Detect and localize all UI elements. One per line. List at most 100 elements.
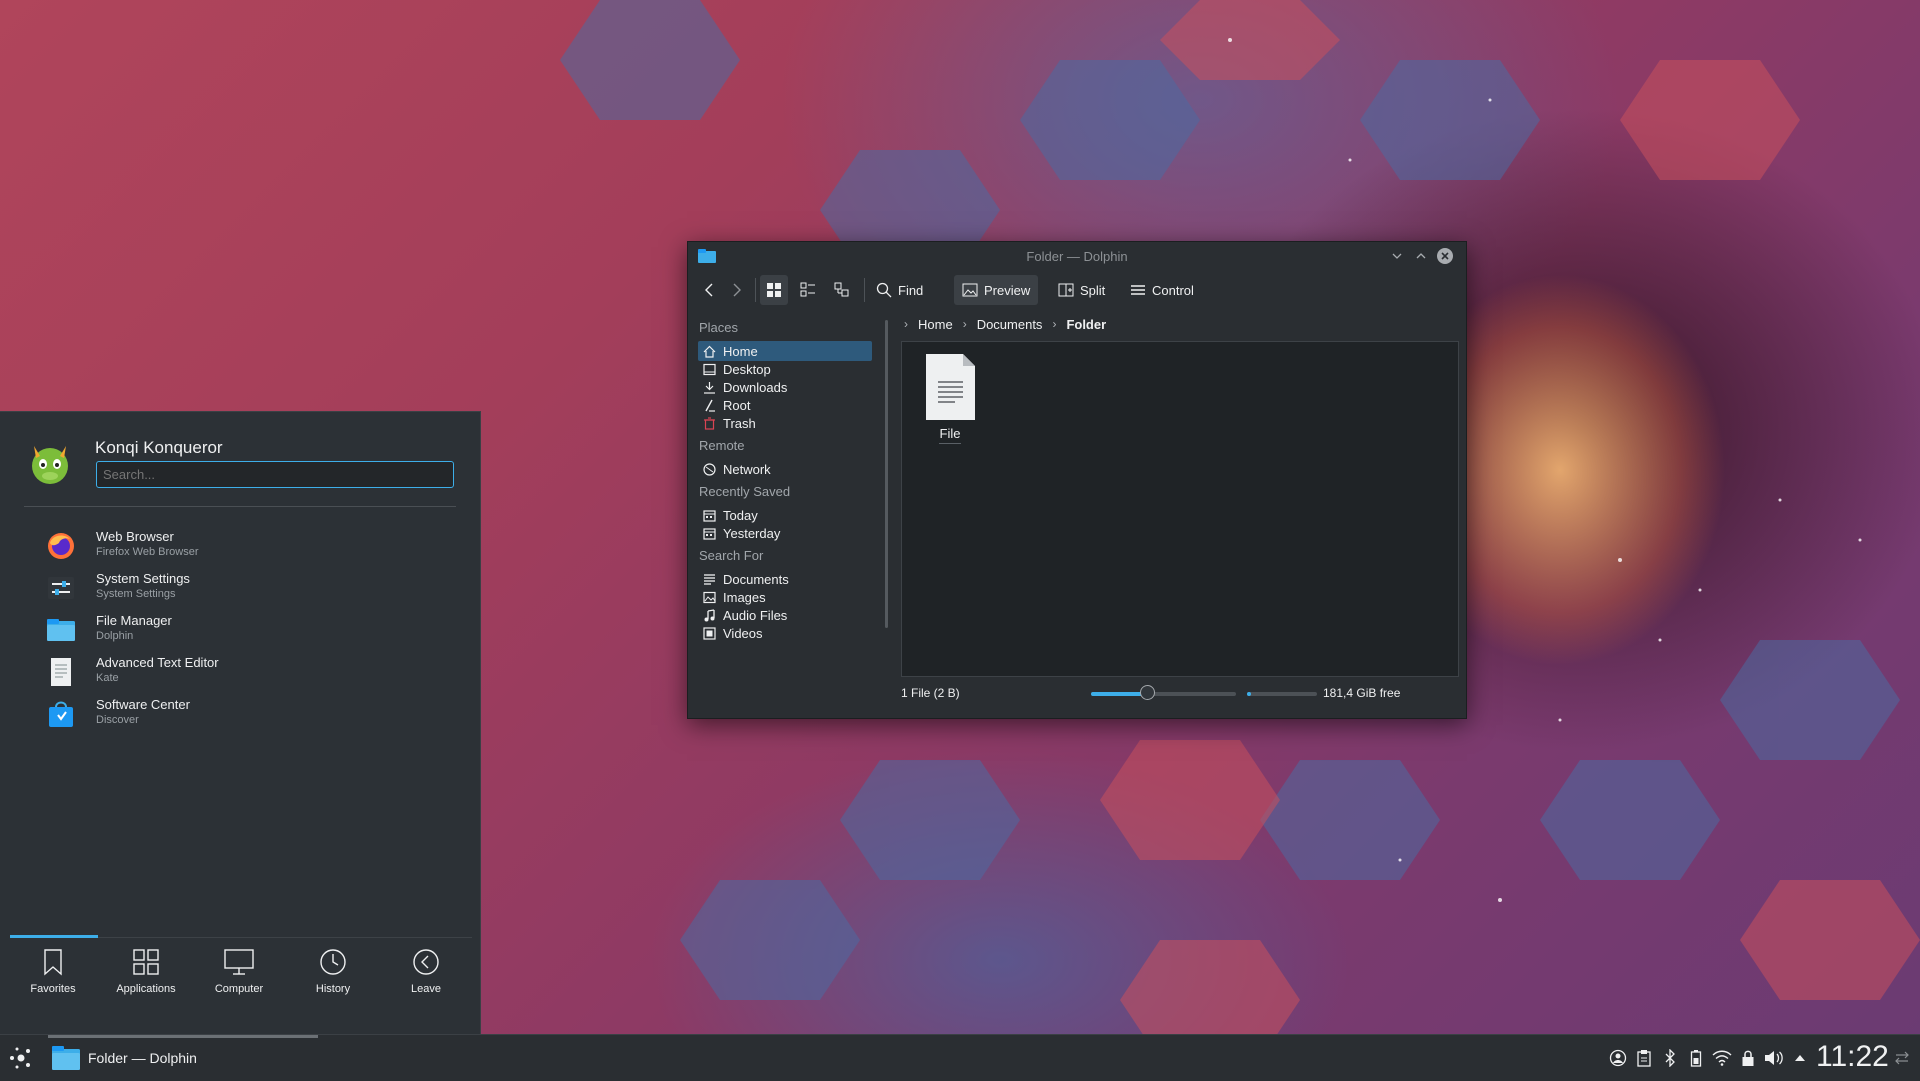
place-search-images[interactable]: Images <box>698 587 872 607</box>
breadcrumb-current-folder[interactable]: Folder <box>1066 317 1106 332</box>
place-downloads[interactable]: Downloads <box>698 377 872 397</box>
tab-history[interactable]: History <box>288 948 378 1008</box>
control-menu-button[interactable]: Control <box>1124 275 1200 305</box>
toolbar-separator <box>755 278 756 302</box>
place-desktop[interactable]: Desktop <box>698 359 872 379</box>
free-space-bar <box>1247 692 1317 696</box>
file-view[interactable]: File <box>901 341 1459 677</box>
favorite-name: Web Browser <box>96 529 174 544</box>
bluetooth-tray-icon[interactable] <box>1660 1048 1680 1068</box>
text-editor-icon <box>51 658 71 686</box>
favorite-name: Advanced Text Editor <box>96 655 219 670</box>
zoom-slider[interactable] <box>1091 685 1236 700</box>
place-home[interactable]: Home <box>698 341 872 361</box>
home-icon <box>703 345 715 358</box>
favorite-text-editor[interactable]: Advanced Text Editor Kate <box>40 653 460 691</box>
control-label: Control <box>1152 282 1194 298</box>
folder-icon <box>52 1046 80 1070</box>
preview-button[interactable]: Preview <box>954 275 1039 305</box>
place-label: Root <box>723 397 751 413</box>
user-status-tray-icon[interactable] <box>1608 1048 1628 1068</box>
tab-label: Leave <box>411 983 441 995</box>
place-label: Downloads <box>723 379 788 395</box>
place-label: Trash <box>723 415 756 431</box>
trash-icon <box>703 416 715 430</box>
image-icon <box>702 591 716 603</box>
titlebar[interactable]: Folder — Dolphin <box>688 242 1466 270</box>
back-button[interactable] <box>698 275 720 305</box>
clock[interactable]: 11:22 <box>1816 1040 1889 1074</box>
task-dolphin[interactable]: Folder — Dolphin <box>48 1035 318 1076</box>
places-panel: Places Home Desktop Downloads Root Trash… <box>688 310 888 710</box>
remote-group-header: Remote <box>699 438 745 453</box>
lock-tray-icon[interactable] <box>1738 1048 1758 1068</box>
wifi-tray-icon[interactable] <box>1712 1048 1732 1068</box>
place-search-videos[interactable]: Videos <box>698 623 872 643</box>
store-icon <box>49 701 73 727</box>
active-task-indicator <box>48 1035 318 1038</box>
details-view-button[interactable] <box>794 275 822 305</box>
battery-tray-icon[interactable] <box>1686 1048 1706 1068</box>
tab-label: Computer <box>214 983 264 995</box>
place-network[interactable]: Network <box>698 459 872 479</box>
icons-view-button[interactable] <box>760 275 788 305</box>
tab-leave[interactable]: Leave <box>381 948 471 1008</box>
favorite-description: Firefox Web Browser <box>96 546 199 558</box>
favorite-software-center[interactable]: Software Center Discover <box>40 695 460 733</box>
text-file-icon <box>926 354 975 420</box>
free-space-fill <box>1247 692 1251 696</box>
dolphin-window[interactable]: Folder — Dolphin Find Preview Split Cont… <box>687 241 1467 719</box>
wifi-icon <box>1712 1050 1732 1066</box>
find-button[interactable]: Find <box>870 275 929 305</box>
volume-icon <box>1765 1051 1783 1065</box>
place-trash[interactable]: Trash <box>698 413 872 433</box>
places-scrollbar[interactable] <box>885 320 888 628</box>
place-search-documents[interactable]: Documents <box>698 569 872 589</box>
favorite-description: Kate <box>96 672 119 684</box>
close-icon <box>1437 248 1453 264</box>
maximize-button[interactable] <box>1412 247 1430 265</box>
favorite-web-browser[interactable]: Web Browser Firefox Web Browser <box>40 527 460 565</box>
zoom-slider-handle[interactable] <box>1140 685 1156 700</box>
window-title: Folder — Dolphin <box>1026 249 1128 264</box>
video-icon <box>702 626 716 640</box>
panel-settings-button[interactable] <box>1892 1048 1912 1068</box>
file-item[interactable]: File <box>918 352 982 444</box>
favorite-file-manager[interactable]: File Manager Dolphin <box>40 611 460 649</box>
volume-tray-icon[interactable] <box>1764 1048 1784 1068</box>
split-button[interactable]: Split <box>1052 275 1111 305</box>
search-icon <box>876 282 892 298</box>
file-name: File <box>939 426 961 441</box>
place-yesterday[interactable]: Yesterday <box>698 523 872 543</box>
breadcrumb-documents[interactable]: Documents <box>977 317 1043 332</box>
tab-favorites[interactable]: Favorites <box>8 948 98 1008</box>
audio-icon <box>704 608 715 621</box>
favorite-description: System Settings <box>96 588 176 600</box>
network-icon <box>702 462 716 476</box>
divider <box>24 506 456 507</box>
forward-button[interactable] <box>726 275 748 305</box>
place-root[interactable]: Root <box>698 395 872 415</box>
tab-applications[interactable]: Applications <box>101 948 191 1008</box>
place-search-audio[interactable]: Audio Files <box>698 605 872 625</box>
user-name: Konqi Konqueror <box>95 438 223 457</box>
konqi-avatar[interactable] <box>28 440 72 486</box>
details-view-icon <box>800 282 815 297</box>
show-hidden-icons-button[interactable] <box>1790 1048 1810 1068</box>
computer-icon <box>224 949 254 975</box>
minimize-button[interactable] <box>1388 247 1406 265</box>
preview-icon <box>962 283 978 297</box>
search-input[interactable] <box>96 461 454 488</box>
arrow-right-icon <box>733 283 741 297</box>
place-today[interactable]: Today <box>698 505 872 525</box>
favorite-system-settings[interactable]: System Settings System Settings <box>40 569 460 607</box>
tree-view-button[interactable] <box>828 275 856 305</box>
clipboard-tray-icon[interactable] <box>1634 1048 1654 1068</box>
folder-icon <box>47 619 75 641</box>
place-label: Documents <box>723 571 789 587</box>
application-launcher-icon[interactable] <box>8 1045 34 1071</box>
close-button[interactable] <box>1436 247 1454 265</box>
clipboard-icon <box>1637 1050 1651 1067</box>
tab-computer[interactable]: Computer <box>194 948 284 1008</box>
breadcrumb-home[interactable]: Home <box>918 317 953 332</box>
